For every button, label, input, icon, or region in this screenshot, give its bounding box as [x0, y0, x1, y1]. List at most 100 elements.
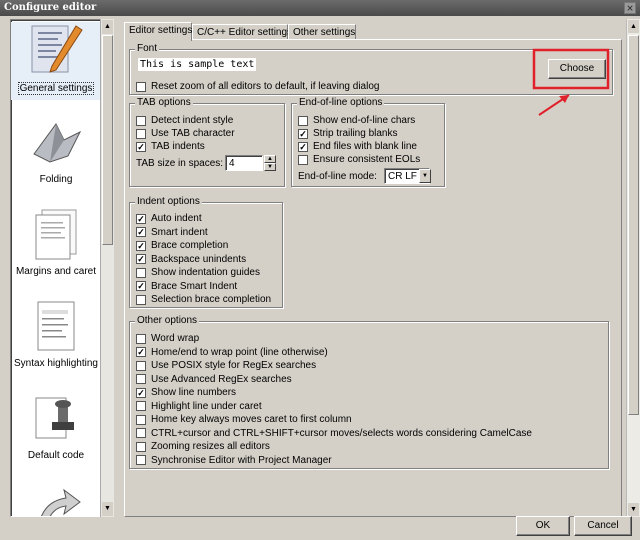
window-close-button[interactable]: × [624, 2, 636, 14]
smart-indent-checkbox[interactable]: ✓ Smart indent [136, 227, 208, 238]
checkbox-box[interactable]: ✓ [298, 141, 308, 152]
checkbox-box[interactable] [136, 441, 146, 452]
reset-zoom-checkbox[interactable]: Reset zoom of all editors to default, if… [136, 81, 379, 92]
checkbox-box[interactable]: ✓ [136, 347, 146, 357]
eol-mode-dropdown-arrow[interactable]: ▼ [419, 169, 431, 183]
sidebar-item-next[interactable] [11, 482, 101, 516]
checkbox-box[interactable] [136, 333, 146, 344]
tab-options-title: TAB options [135, 97, 193, 108]
highlight-caret-line-checkbox[interactable]: Highlight line under caret [136, 401, 262, 412]
eol-options-group: End-of-line options Show end-of-line cha… [291, 97, 445, 187]
dialog-scrollbar[interactable]: ▲ ▼ [626, 19, 640, 517]
other-options-group: Other options Word wrap ✓ Home/end to wr… [129, 315, 609, 469]
checkbox-box[interactable] [136, 267, 146, 278]
tab-cpp-editor-settings[interactable]: C/C++ Editor settings [192, 24, 292, 40]
tab-size-label: TAB size in spaces: [136, 158, 224, 169]
checkbox-box[interactable]: ✓ [136, 240, 146, 251]
sidebar-item-label: Syntax highlighting [14, 358, 98, 369]
checkbox-box[interactable] [136, 401, 146, 411]
use-tab-character-checkbox[interactable]: Use TAB character [136, 128, 235, 139]
selection-brace-completion-checkbox[interactable]: Selection brace completion [136, 294, 271, 305]
checkbox-label: Selection brace completion [151, 294, 272, 305]
backspace-unindents-checkbox[interactable]: ✓ Backspace unindents [136, 254, 246, 265]
show-indentation-guides-checkbox[interactable]: Show indentation guides [136, 267, 260, 278]
detect-indent-style-checkbox[interactable]: Detect indent style [136, 115, 233, 126]
checkbox-box[interactable]: ✓ [136, 213, 146, 224]
brace-smart-indent-checkbox[interactable]: ✓ Brace Smart Indent [136, 281, 237, 292]
checkbox-box[interactable]: ✓ [136, 227, 146, 237]
end-files-blank-line-checkbox[interactable]: ✓ End files with blank line [298, 141, 417, 152]
window-title: Configure editor [4, 2, 97, 13]
checkbox-box[interactable] [136, 294, 146, 305]
sidebar-item-label: Margins and caret [15, 266, 97, 277]
checkbox-box[interactable] [298, 115, 308, 126]
zoom-all-editors-checkbox[interactable]: Zooming resizes all editors [136, 441, 270, 452]
highlight-annotation [532, 48, 610, 116]
home-key-first-column-checkbox[interactable]: Home key always moves caret to first col… [136, 414, 352, 425]
checkbox-label: End files with blank line [313, 141, 417, 152]
tab-other-settings[interactable]: Other settings [288, 24, 356, 40]
word-wrap-checkbox[interactable]: Word wrap [136, 333, 199, 344]
sidebar-item-default-code[interactable]: Default code [11, 390, 101, 468]
ensure-consistent-eols-checkbox[interactable]: Ensure consistent EOLs [298, 154, 420, 165]
scroll-down-arrow[interactable]: ▼ [628, 503, 639, 516]
tab-size-spin-up[interactable]: ▲ [264, 155, 276, 163]
scroll-thumb[interactable] [628, 35, 639, 415]
checkbox-box[interactable]: ✓ [136, 141, 146, 152]
checkbox-label: Smart indent [151, 226, 208, 238]
checkbox-box[interactable] [298, 154, 308, 165]
other-options-title: Other options [135, 315, 200, 326]
checkbox-label: Show end-of-line chars [313, 115, 416, 126]
tab-editor-settings[interactable]: Editor settings [124, 22, 192, 41]
arrow-icon [41, 488, 81, 516]
checkbox-box[interactable] [136, 115, 146, 126]
scroll-up-arrow[interactable]: ▲ [102, 20, 113, 34]
indent-options-group: Indent options ✓ Auto indent ✓ Smart ind… [129, 196, 283, 308]
tab-indents-checkbox[interactable]: ✓ TAB indents [136, 141, 205, 152]
checkbox-box[interactable] [136, 128, 146, 139]
scroll-thumb[interactable] [102, 35, 113, 245]
scroll-down-arrow[interactable]: ▼ [102, 502, 113, 516]
brace-completion-checkbox[interactable]: ✓ Brace completion [136, 240, 228, 251]
checkbox-box[interactable]: ✓ [136, 387, 146, 398]
strip-trailing-blanks-checkbox[interactable]: ✓ Strip trailing blanks [298, 128, 397, 139]
sync-project-manager-checkbox[interactable]: Synchronise Editor with Project Manager [136, 455, 332, 466]
font-sample-text: This is sample text [138, 58, 257, 71]
sidebar-scrollbar[interactable]: ▲ ▼ [100, 19, 114, 517]
checkbox-box[interactable] [136, 428, 146, 438]
checkbox-label: Show line numbers [151, 387, 237, 398]
auto-indent-checkbox[interactable]: ✓ Auto indent [136, 213, 202, 224]
checkbox-label: Detect indent style [151, 115, 234, 126]
sidebar-item-label: General settings [17, 82, 95, 95]
checkbox-box[interactable] [136, 455, 146, 465]
checkbox-box[interactable] [136, 414, 146, 425]
checkbox-box[interactable] [136, 81, 146, 92]
checkbox-box[interactable]: ✓ [136, 254, 146, 264]
advanced-regex-checkbox[interactable]: Use Advanced RegEx searches [136, 374, 292, 385]
tab-size-spin-down[interactable]: ▼ [264, 163, 276, 171]
indent-options-title: Indent options [135, 196, 202, 207]
checkbox-label: Zooming resizes all editors [151, 441, 270, 452]
home-end-wrap-point-checkbox[interactable]: ✓ Home/end to wrap point (line otherwise… [136, 347, 328, 358]
checkbox-box[interactable]: ✓ [136, 281, 146, 291]
checkbox-box[interactable] [136, 360, 146, 371]
checkbox-label: Use TAB character [151, 128, 235, 139]
ok-button[interactable]: OK [516, 516, 570, 536]
posix-regex-checkbox[interactable]: Use POSIX style for RegEx searches [136, 360, 316, 371]
sidebar-item-margins-and-caret[interactable]: Margins and caret [11, 206, 101, 284]
camelcase-navigation-checkbox[interactable]: CTRL+cursor and CTRL+SHIFT+cursor moves/… [136, 428, 532, 439]
tab-size-input[interactable]: 4 [225, 155, 263, 171]
stamp-icon [35, 397, 74, 439]
show-eol-chars-checkbox[interactable]: Show end-of-line chars [298, 115, 415, 126]
scroll-up-arrow[interactable]: ▲ [628, 20, 639, 33]
checkbox-box[interactable]: ✓ [298, 128, 308, 139]
show-line-numbers-checkbox[interactable]: ✓ Show line numbers [136, 387, 236, 398]
sidebar-item-general-settings[interactable]: General settings [11, 22, 101, 100]
sidebar-item-syntax-highlighting[interactable]: Syntax highlighting [11, 298, 101, 376]
checkbox-label: Ensure consistent EOLs [313, 154, 421, 165]
sidebar-item-folding[interactable]: Folding [11, 114, 101, 192]
checkbox-label: Home key always moves caret to first col… [151, 414, 352, 425]
checkbox-box[interactable] [136, 374, 146, 384]
cancel-button[interactable]: Cancel [574, 516, 632, 536]
checkbox-label: Use POSIX style for RegEx searches [151, 360, 317, 371]
